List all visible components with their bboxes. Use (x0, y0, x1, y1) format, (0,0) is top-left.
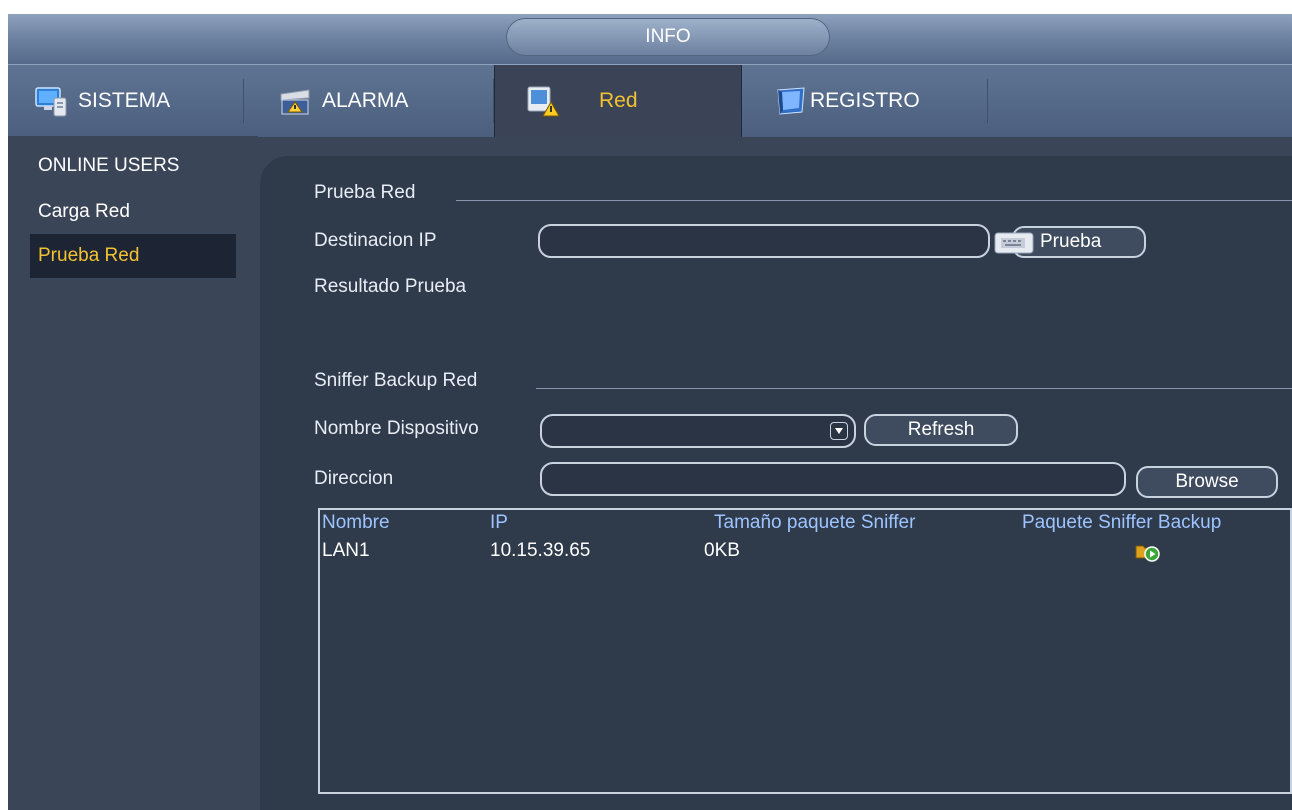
chevron-down-icon (830, 422, 848, 440)
sidebar-item-carga-red[interactable]: Carga Red (30, 190, 236, 234)
tab-bar: SISTEMA ALARMA Red REGISTRO (8, 64, 1292, 137)
sidebar-item-label: Carga Red (38, 201, 130, 222)
content-panel: Prueba Red Destinacion IP Prueba Resulta… (260, 156, 1292, 810)
column-header-ip[interactable]: IP (490, 512, 508, 534)
tab-sistema-label: SISTEMA (78, 89, 171, 112)
book-icon (774, 84, 808, 118)
app-window: INFO SISTEMA ALARMA Red REGISTRO ONLINE … (8, 14, 1292, 810)
tab-red-label: Red (599, 89, 638, 112)
sidebar-item-online-users[interactable]: ONLINE USERS (30, 144, 236, 188)
result-label: Resultado Prueba (314, 276, 467, 297)
sidebar-item-label: ONLINE USERS (38, 155, 180, 176)
sidebar-item-prueba-red[interactable]: Prueba Red (30, 234, 236, 278)
network-icon (525, 84, 560, 118)
tab-registro[interactable]: REGISTRO (740, 65, 988, 137)
section-title-prueba-red: Prueba Red (314, 182, 416, 203)
section-divider (536, 388, 1292, 389)
tab-alarma[interactable]: ALARMA (244, 65, 494, 137)
title-bar: INFO (8, 14, 1292, 64)
monitor-icon (34, 84, 68, 118)
sidebar: ONLINE USERS Carga Red Prueba Red (8, 136, 258, 810)
address-input[interactable] (540, 462, 1126, 496)
row-size: 0KB (704, 540, 740, 561)
dest-ip-label: Destinacion IP (314, 230, 437, 251)
dest-ip-input[interactable] (538, 224, 990, 258)
alarm-icon (278, 84, 312, 118)
column-header-nombre[interactable]: Nombre (322, 512, 390, 534)
prueba-button-label: Prueba (1040, 231, 1102, 252)
sidebar-item-label: Prueba Red (38, 245, 140, 266)
tab-sistema[interactable]: SISTEMA (8, 65, 244, 137)
device-name-label: Nombre Dispositivo (314, 418, 479, 439)
prueba-button[interactable]: Prueba (994, 226, 1146, 258)
row-name: LAN1 (322, 540, 370, 561)
tab-alarma-label: ALARMA (322, 89, 409, 112)
browse-button[interactable]: Browse (1136, 466, 1278, 498)
backup-play-icon[interactable] (1134, 542, 1160, 568)
column-header-size[interactable]: Tamaño paquete Sniffer (714, 512, 915, 534)
row-ip: 10.15.39.65 (490, 540, 591, 561)
keyboard-icon (994, 231, 1034, 264)
device-name-dropdown[interactable] (540, 414, 856, 448)
window-title: INFO (506, 18, 830, 56)
sniffer-table: Nombre IP Tamaño paquete Sniffer Paquete… (318, 508, 1292, 794)
tab-red[interactable]: Red (494, 65, 742, 137)
section-title-sniffer: Sniffer Backup Red (314, 370, 478, 391)
tab-registro-label: REGISTRO (810, 89, 920, 112)
refresh-button[interactable]: Refresh (864, 414, 1018, 446)
section-divider (456, 200, 1292, 201)
address-label: Direccion (314, 468, 394, 489)
column-header-backup[interactable]: Paquete Sniffer Backup (1022, 512, 1221, 534)
